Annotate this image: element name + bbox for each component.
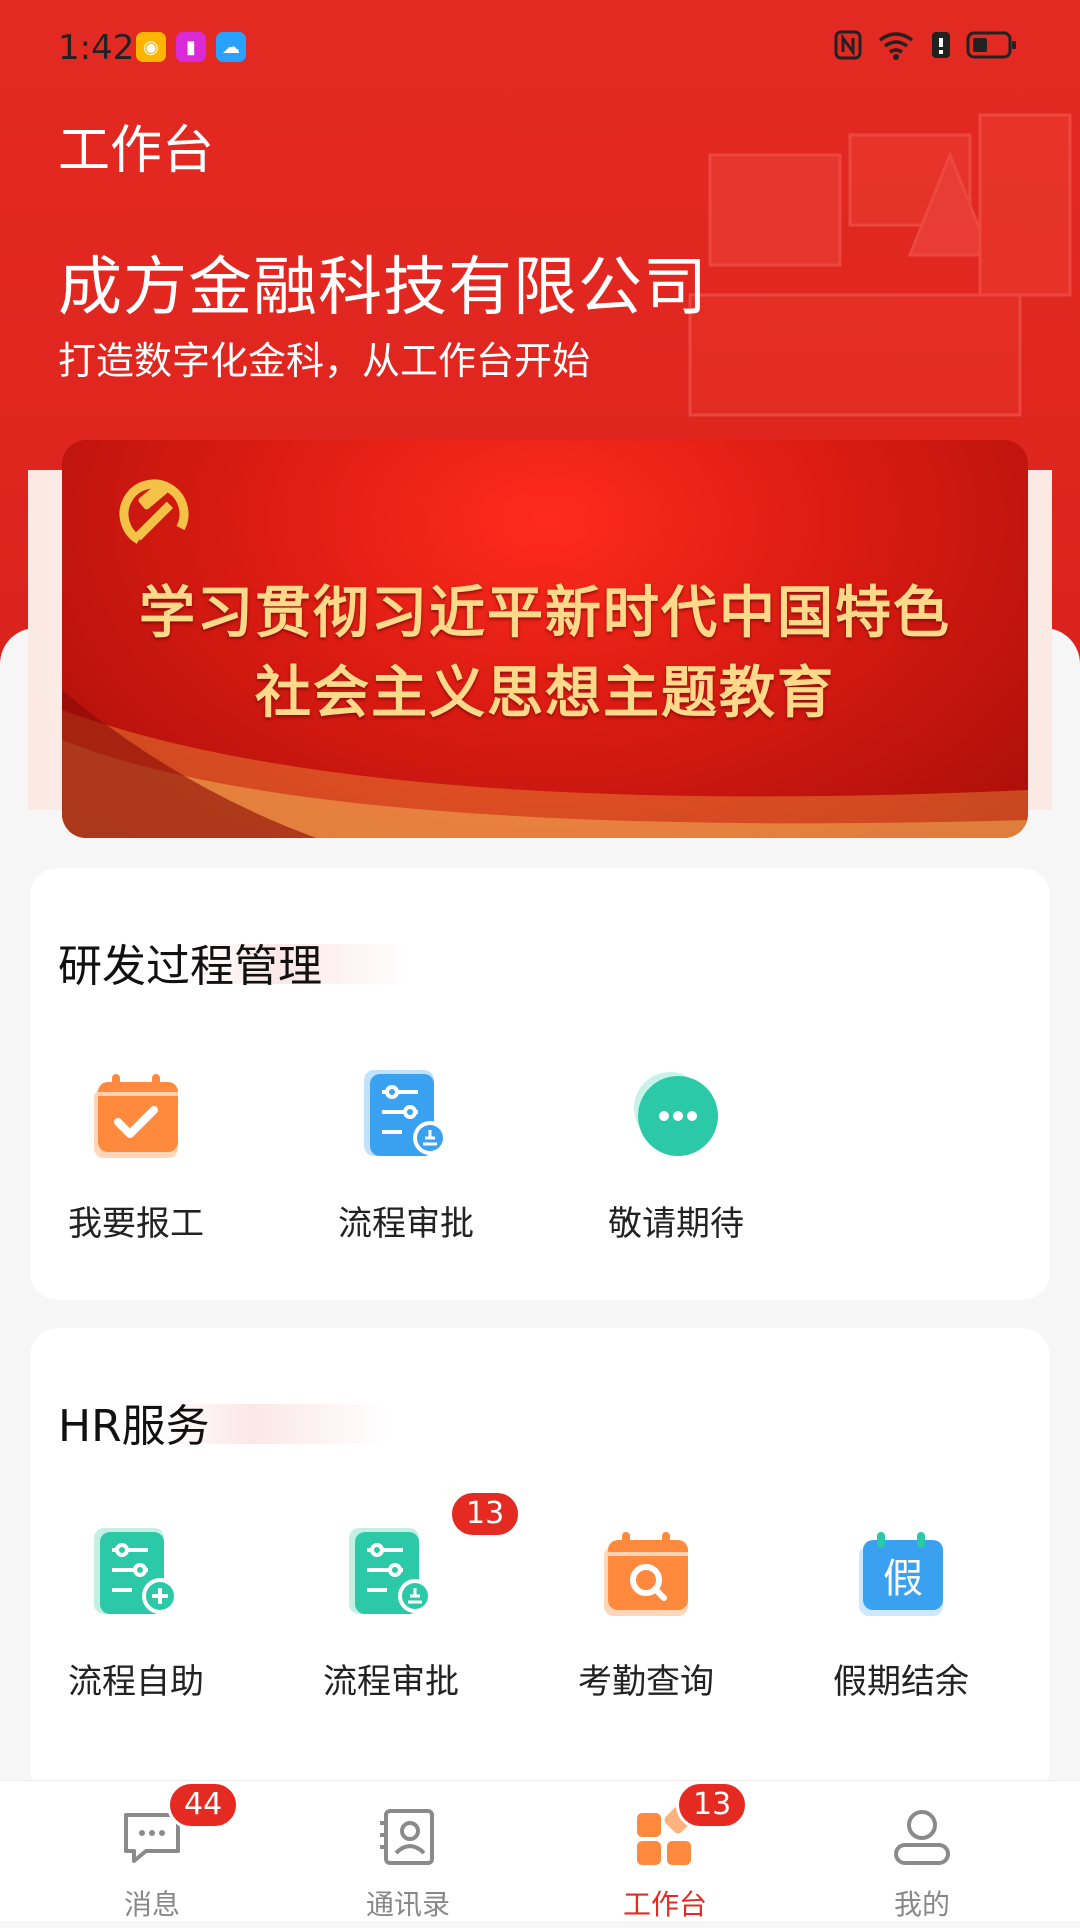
banner-carousel[interactable]: 学习贯彻习近平新时代中国特色 社会主义思想主题教育 <box>62 440 1028 838</box>
flow-approval-icon <box>349 1528 432 1614</box>
grid-item-label: 流程审批 <box>323 1662 459 1702</box>
status-time: 1:42 <box>58 28 135 68</box>
battery-icon <box>966 31 1016 59</box>
calendar-check-icon <box>94 1074 178 1158</box>
tab-label: 通讯录 <box>365 1888 450 1921</box>
weibo-icon: ◉ <box>136 32 166 62</box>
grid-item-label: 我要报工 <box>68 1204 204 1244</box>
grid-item-holiday-balance[interactable]: 假 假期结余 <box>795 1526 1050 1736</box>
calendar-search-icon <box>604 1532 688 1616</box>
party-emblem-icon <box>119 479 189 549</box>
status-icons <box>834 30 1018 60</box>
tab-workbench[interactable]: 13 工作台 <box>530 1781 800 1921</box>
grid-item-hr-flow-approval[interactable]: 13 流程审批 <box>285 1490 540 1736</box>
battery-saver-icon <box>932 32 950 58</box>
tab-label: 工作台 <box>622 1888 707 1921</box>
tab-label: 消息 <box>123 1888 180 1921</box>
nfc-icon <box>834 30 862 60</box>
holiday-icon-text: 假 <box>883 1556 923 1602</box>
banner-headline-line2: 社会主义思想主题教育 <box>255 661 835 726</box>
grid-item-attendance-query[interactable]: 考勤查询 <box>540 1526 795 1736</box>
profile-icon <box>894 1810 950 1865</box>
section-title: 研发过程管理 <box>58 941 322 992</box>
notification-badge: 13 <box>676 1781 749 1829</box>
company-name: 成方金融科技有限公司 <box>58 251 708 325</box>
notification-badge: 13 <box>449 1490 522 1538</box>
grid-item-label: 流程自助 <box>68 1662 204 1702</box>
notification-badge: 44 <box>167 1781 240 1829</box>
hr-service-grid: 流程自助 13 流程审批 考勤查询 假 假期结余 <box>30 1490 1050 1736</box>
more-dots-icon <box>634 1072 718 1156</box>
slogan-text: 打造数字化金科，从工作台开始 <box>58 339 591 383</box>
flow-add-icon <box>94 1528 178 1614</box>
tab-contacts[interactable]: 通讯录 <box>273 1781 543 1921</box>
grid-item-flow-self-service[interactable]: 流程自助 <box>30 1526 285 1736</box>
grid-item-flow-approval[interactable]: 流程审批 <box>300 1068 570 1278</box>
grid-item-coming-soon[interactable]: 敬请期待 <box>570 1068 840 1278</box>
bottom-tab-bar: 44 消息 通讯录 13 工作台 我的 <box>0 1780 1080 1921</box>
grid-item-label: 考勤查询 <box>578 1662 714 1702</box>
flow-approval-icon <box>364 1070 447 1156</box>
app-notification-icon: ▮ <box>176 32 206 62</box>
grid-item-label: 流程审批 <box>338 1204 474 1244</box>
grid-item-report-work[interactable]: 我要报工 <box>30 1068 300 1278</box>
status-bar: 1:42 ◉ ▮ ☁ <box>0 0 1080 96</box>
grid-item-label: 假期结余 <box>833 1662 969 1702</box>
hr-service-card: HR服务 流程自助 13 流程审批 考勤查询 假 假期结余 <box>30 1328 1050 1798</box>
section-title: HR服务 <box>58 1401 210 1452</box>
tab-label: 我的 <box>893 1888 950 1921</box>
cloud-icon: ☁ <box>216 32 246 62</box>
rd-process-card: 研发过程管理 我要报工 流程审批 敬请期待 <box>30 868 1050 1300</box>
illustration-graphic <box>688 113 1072 417</box>
page-title: 工作台 <box>58 121 215 181</box>
calendar-holiday-icon: 假 <box>859 1532 943 1616</box>
wifi-icon <box>878 32 914 60</box>
rd-process-grid: 我要报工 流程审批 敬请期待 <box>30 1068 1050 1278</box>
grid-item-label: 敬请期待 <box>608 1204 744 1244</box>
tab-messages[interactable]: 44 消息 <box>17 1781 287 1921</box>
tab-profile[interactable]: 我的 <box>787 1781 1057 1921</box>
contacts-icon <box>380 1809 434 1865</box>
banner-headline-line1: 学习贯彻习近平新时代中国特色 <box>139 581 951 646</box>
